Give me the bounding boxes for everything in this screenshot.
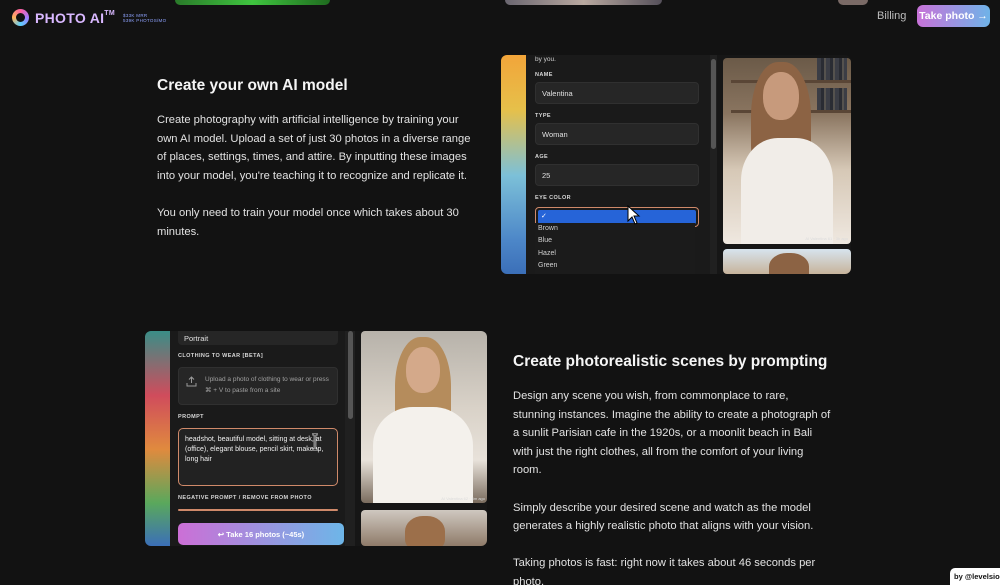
- section-train-model: Create your own AI model Create photogra…: [157, 77, 477, 260]
- section-paragraph: You only need to train your model once w…: [157, 206, 459, 238]
- prompt-form: Portrait CLOTHING TO WEAR [BETA] Upload …: [170, 331, 345, 546]
- take-16-photos-button[interactable]: ↩ Take 16 photos (~45s): [178, 523, 344, 545]
- prompt-label: PROMPT: [178, 414, 204, 420]
- logo-stats: $33K MRR 539K PHOTOS/MO: [123, 13, 166, 23]
- type-field[interactable]: Woman: [535, 123, 699, 145]
- text-cursor-icon: [312, 433, 318, 451]
- model-form: by you. NAME Valentina TYPE Woman AGE 25…: [526, 55, 711, 274]
- top-thumbnail: [838, 0, 868, 5]
- section-title: Create your own AI model: [157, 77, 348, 94]
- top-thumbnail: [505, 0, 662, 5]
- photo-caption: AI Valentina 62 · 5m ago: [441, 496, 485, 501]
- top-thumbnail: [175, 0, 330, 5]
- clothing-upload-dropzone[interactable]: Upload a photo of clothing to wear or pr…: [178, 367, 338, 405]
- name-label: NAME: [535, 72, 553, 78]
- photo-caption: AI Valentina 61 · 3h ago: [805, 236, 848, 241]
- type-label: TYPE: [535, 113, 551, 119]
- dropdown-option[interactable]: Hazel: [535, 248, 695, 260]
- generated-photo[interactable]: AI Valentina 61 · 3h ago: [723, 58, 851, 244]
- dropdown-option[interactable]: Brown: [535, 223, 695, 235]
- section-paragraph: Taking photos is fast: right now it take…: [513, 557, 816, 585]
- scrollbar-thumb[interactable]: [711, 59, 716, 149]
- section-paragraph: Simply describe your desired scene and w…: [513, 501, 814, 533]
- eye-color-dropdown: Brown Blue Hazel Green: [535, 223, 695, 274]
- stats-photos: 539K PHOTOS/MO: [123, 17, 167, 23]
- section-paragraph: Create photography with artificial intel…: [157, 114, 471, 182]
- prompt-screenshot: Portrait CLOTHING TO WEAR [BETA] Upload …: [145, 331, 487, 546]
- train-model-screenshot: by you. NAME Valentina TYPE Woman AGE 25…: [501, 55, 851, 274]
- name-field[interactable]: Valentina: [535, 82, 699, 104]
- billing-link[interactable]: Billing: [877, 10, 906, 22]
- author-credit[interactable]: by @levelsio: [950, 568, 1000, 585]
- upload-hint: Upload a photo of clothing to wear or pr…: [205, 376, 329, 394]
- decorative-stripe: [501, 55, 526, 274]
- negative-prompt-label: NEGATIVE PROMPT / REMOVE FROM PHOTO: [178, 495, 312, 501]
- upload-icon: [186, 376, 197, 387]
- decorative-stripe: [145, 331, 170, 546]
- scrollbar-thumb[interactable]: [348, 331, 353, 419]
- dropdown-option[interactable]: Green: [535, 260, 695, 272]
- generated-photo[interactable]: [723, 249, 851, 274]
- mouse-cursor-icon: [627, 205, 641, 225]
- generated-photo[interactable]: [361, 510, 487, 546]
- clothing-label: CLOTHING TO WEAR [BETA]: [178, 353, 264, 359]
- dropdown-option[interactable]: Blue: [535, 235, 695, 247]
- form-intro: by you.: [535, 56, 556, 63]
- logo-icon: [12, 9, 29, 26]
- take-photo-button[interactable]: Take photo →: [917, 5, 990, 27]
- section-paragraph: Design any scene you wish, from commonpl…: [513, 390, 831, 477]
- negative-prompt-input[interactable]: [178, 509, 338, 511]
- age-field[interactable]: 25: [535, 164, 699, 186]
- logo-text: PHOTO AITM: [35, 9, 116, 26]
- logo[interactable]: PHOTO AITM $33K MRR 539K PHOTOS/MO: [12, 9, 166, 26]
- eye-color-label: EYE COLOR: [535, 195, 571, 201]
- style-field[interactable]: Portrait: [178, 331, 338, 345]
- section-title: Create photorealistic scenes by promptin…: [513, 353, 828, 370]
- generated-photo[interactable]: AI Valentina 62 · 5m ago: [361, 331, 487, 503]
- age-label: AGE: [535, 154, 549, 160]
- section-prompting: Create photorealistic scenes by promptin…: [513, 353, 833, 585]
- eye-color-selected[interactable]: ✓: [538, 210, 696, 224]
